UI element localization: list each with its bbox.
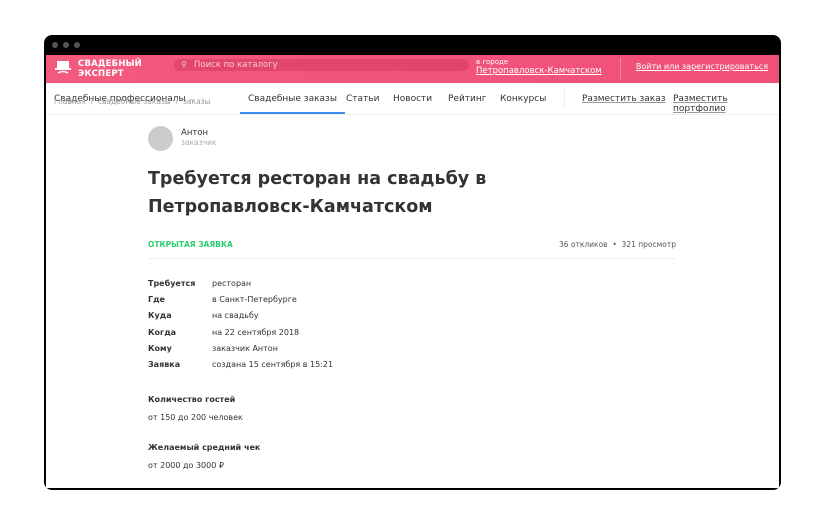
minimize-dot[interactable] xyxy=(63,42,69,48)
place-portfolio-link[interactable]: Разместить портфолио xyxy=(673,94,779,114)
detail-key: Когда xyxy=(148,327,177,337)
city-label: в городе xyxy=(476,58,509,66)
detail-key: Куда xyxy=(148,311,172,321)
place-order-link[interactable]: Разместить заказ xyxy=(582,94,666,104)
close-dot[interactable] xyxy=(52,42,58,48)
search-icon: ⚲ xyxy=(181,60,187,69)
brand-line: СВАДЕБНЫЙ xyxy=(78,59,142,69)
detail-key: Где xyxy=(148,295,165,305)
divider xyxy=(620,58,621,80)
browser-window: СВАДЕБНЫЙ ЭКСПЕРТ ⚲ Поиск по каталогу в го… xyxy=(44,35,781,490)
detail-row: Куда на свадьбу xyxy=(148,311,333,327)
breadcrumb-orders[interactable]: свадебные заказы xyxy=(98,97,171,106)
detail-row: Кому заказчик Антон xyxy=(148,344,333,360)
window-controls xyxy=(52,42,80,48)
detail-value: создана 15 сентября в 15:21 xyxy=(212,359,334,369)
detail-value: на свадьбу xyxy=(212,311,259,321)
nav-item-orders[interactable]: Свадебные заказы xyxy=(240,94,345,114)
city-link[interactable]: Петропавловск-Камчатском xyxy=(476,67,602,76)
breadcrumb-current[interactable]: заказы xyxy=(183,97,211,106)
budget-label: Желаемый средний чек xyxy=(148,443,261,452)
detail-key: Заявка xyxy=(148,359,181,369)
order-stats: 36 откликов • 321 просмотр xyxy=(558,240,676,249)
detail-value: на 22 сентября 2018 xyxy=(212,327,300,337)
guests-label: Количество гостей xyxy=(148,395,236,404)
brand-line: ЭКСПЕРТ xyxy=(78,69,124,79)
search-placeholder: Поиск по каталогу xyxy=(194,60,278,70)
user-name[interactable]: Антон xyxy=(181,128,208,138)
breadcrumb-home[interactable]: главная xyxy=(54,97,86,106)
avatar[interactable] xyxy=(148,126,173,151)
detail-row: Требуется ресторан xyxy=(148,279,333,295)
status-badge: ОТКРЫТАЯ ЗАЯВКА xyxy=(148,240,233,249)
detail-key: Кому xyxy=(148,343,172,353)
page-title: Требуется ресторан на свадьбу в Петропав… xyxy=(148,169,487,217)
detail-value: ресторан xyxy=(212,279,252,288)
guests-section: Количество гостей от 150 до 200 человек xyxy=(148,395,243,422)
detail-row: Заявка создана 15 сентября в 15:21 xyxy=(148,360,333,376)
nav-item-rating[interactable]: Рейтинг xyxy=(448,94,487,104)
login-link[interactable]: Войти или зарегистрироваться xyxy=(636,62,768,71)
budget-value: от 2000 до 3000 ₽ xyxy=(148,461,224,470)
divider xyxy=(148,258,676,259)
search-input[interactable]: ⚲ Поиск по каталогу xyxy=(174,59,469,71)
user-role: заказчик xyxy=(181,138,217,147)
brand-name[interactable]: СВАДЕБНЫЙ ЭКСПЕРТ xyxy=(78,59,142,79)
detail-row: Где в Санкт-Петербурге xyxy=(148,295,333,311)
detail-row: Когда на 22 сентября 2018 xyxy=(148,328,333,344)
detail-value: в Санкт-Петербурге xyxy=(212,295,297,305)
site-header: СВАДЕБНЫЙ ЭКСПЕРТ ⚲ Поиск по каталогу в го… xyxy=(46,55,779,83)
guests-value: от 150 до 200 человек xyxy=(148,413,243,422)
responses-count: 36 откликов xyxy=(558,240,608,249)
nav-item-contests[interactable]: Конкурсы xyxy=(500,94,546,104)
detail-value: заказчик Антон xyxy=(212,343,278,353)
divider xyxy=(564,89,565,109)
budget-section: Желаемый средний чек от 2000 до 3000 ₽ xyxy=(148,443,260,470)
nav-item-articles[interactable]: Статьи xyxy=(346,94,379,104)
city-selector: в городе Петропавловск-Камчатском xyxy=(476,58,602,76)
detail-key: Требуется xyxy=(148,279,196,288)
logo-icon[interactable] xyxy=(54,59,72,77)
maximize-dot[interactable] xyxy=(74,42,80,48)
breadcrumb: главная / свадебные заказы / заказы xyxy=(54,97,211,106)
order-details: Требуется ресторан Где в Санкт-Петербурге … xyxy=(148,279,333,376)
nav-item-news[interactable]: Новости xyxy=(393,94,432,104)
views-count: 321 просмотр xyxy=(621,240,676,249)
